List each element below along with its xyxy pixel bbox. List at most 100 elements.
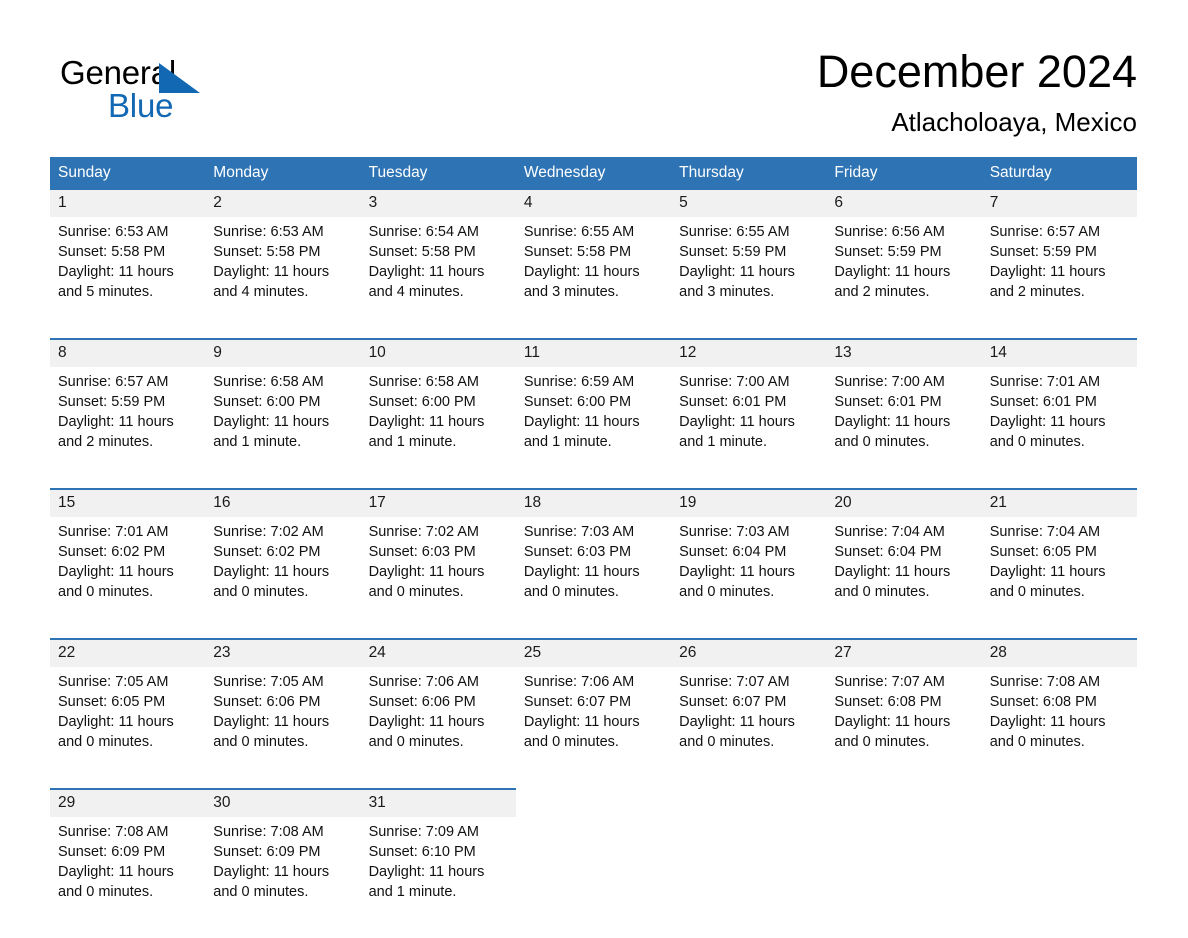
daylight-text: Daylight: 11 hours and 0 minutes. <box>58 864 174 900</box>
day-number[interactable]: 27 <box>826 638 982 667</box>
day-cell[interactable]: Sunrise: 7:02 AM Sunset: 6:02 PM Dayligh… <box>205 517 361 639</box>
sunset-text: Sunset: 6:02 PM <box>58 544 166 560</box>
empty-day-cell <box>515 788 672 817</box>
day-number[interactable]: 12 <box>671 338 827 367</box>
day-number[interactable]: 9 <box>205 338 361 367</box>
day-number[interactable]: 11 <box>515 338 672 367</box>
day-cell[interactable]: Sunrise: 7:06 AM Sunset: 6:07 PM Dayligh… <box>515 667 672 789</box>
sunrise-text: Sunrise: 6:55 AM <box>523 224 635 240</box>
daylight-text: Daylight: 11 hours and 0 minutes. <box>834 564 951 600</box>
daylight-text: Daylight: 11 hours and 0 minutes. <box>523 714 640 750</box>
sunrise-text: Sunrise: 6:57 AM <box>58 374 169 390</box>
day-cell[interactable]: Sunrise: 6:55 AM Sunset: 5:59 PM Dayligh… <box>671 217 827 339</box>
day-number[interactable]: 31 <box>360 788 516 817</box>
day-cell[interactable]: Sunrise: 6:56 AM Sunset: 5:59 PM Dayligh… <box>826 217 982 339</box>
sunset-text: Sunset: 5:59 PM <box>58 394 166 410</box>
day-cell[interactable]: Sunrise: 6:59 AM Sunset: 6:00 PM Dayligh… <box>515 367 672 489</box>
daylight-text: Daylight: 11 hours and 1 minute. <box>368 414 485 450</box>
sunrise-text: Sunrise: 7:00 AM <box>834 374 945 390</box>
sunrise-sunset-calendar: Sunday Monday Tuesday Wednesday Thursday… <box>50 157 1137 938</box>
sunrise-text: Sunrise: 6:58 AM <box>213 374 324 390</box>
day-cell[interactable]: Sunrise: 7:03 AM Sunset: 6:03 PM Dayligh… <box>515 517 672 639</box>
day-cell[interactable]: Sunrise: 7:08 AM Sunset: 6:09 PM Dayligh… <box>50 817 206 938</box>
day-number[interactable]: 16 <box>205 488 361 517</box>
day-cell[interactable]: Sunrise: 7:05 AM Sunset: 6:05 PM Dayligh… <box>50 667 206 789</box>
sunrise-text: Sunrise: 7:05 AM <box>58 674 169 690</box>
day-number[interactable]: 4 <box>515 190 672 217</box>
day-cell[interactable]: Sunrise: 7:00 AM Sunset: 6:01 PM Dayligh… <box>671 367 827 489</box>
day-number[interactable]: 24 <box>360 638 516 667</box>
day-number[interactable]: 8 <box>50 338 206 367</box>
sunrise-text: Sunrise: 7:08 AM <box>213 824 324 840</box>
day-number[interactable]: 7 <box>981 190 1137 217</box>
sunrise-text: Sunrise: 7:05 AM <box>213 674 324 690</box>
day-number[interactable]: 13 <box>826 338 982 367</box>
day-number[interactable]: 25 <box>515 638 672 667</box>
day-cell[interactable]: Sunrise: 7:01 AM Sunset: 6:02 PM Dayligh… <box>50 517 206 639</box>
sunset-text: Sunset: 6:07 PM <box>679 694 787 710</box>
calendar-page: General Blue December 2024 Atlacholoaya,… <box>0 0 1188 938</box>
day-cell[interactable]: Sunrise: 6:57 AM Sunset: 5:59 PM Dayligh… <box>50 367 206 489</box>
sunrise-text: Sunrise: 7:08 AM <box>989 674 1101 690</box>
day-number[interactable]: 3 <box>360 190 516 217</box>
week-row-details: Sunrise: 6:53 AM Sunset: 5:58 PM Dayligh… <box>50 217 1137 339</box>
empty-day-cell <box>826 788 982 817</box>
sunset-text: Sunset: 6:08 PM <box>834 694 942 710</box>
day-number[interactable]: 15 <box>50 488 206 517</box>
day-cell[interactable]: Sunrise: 7:07 AM Sunset: 6:07 PM Dayligh… <box>671 667 827 789</box>
day-number[interactable]: 26 <box>671 638 827 667</box>
sunrise-text: Sunrise: 6:53 AM <box>58 224 169 240</box>
sunset-text: Sunset: 5:58 PM <box>368 244 476 260</box>
day-number[interactable]: 29 <box>50 788 206 817</box>
daylight-text: Daylight: 11 hours and 2 minutes. <box>989 264 1106 300</box>
day-cell[interactable]: Sunrise: 7:03 AM Sunset: 6:04 PM Dayligh… <box>671 517 827 639</box>
day-cell[interactable]: Sunrise: 7:07 AM Sunset: 6:08 PM Dayligh… <box>826 667 982 789</box>
day-cell[interactable]: Sunrise: 7:04 AM Sunset: 6:04 PM Dayligh… <box>826 517 982 639</box>
day-number[interactable]: 1 <box>50 190 206 217</box>
day-cell[interactable]: Sunrise: 7:01 AM Sunset: 6:01 PM Dayligh… <box>981 367 1137 489</box>
day-cell[interactable]: Sunrise: 7:09 AM Sunset: 6:10 PM Dayligh… <box>360 817 516 938</box>
day-number[interactable]: 10 <box>360 338 516 367</box>
sunset-text: Sunset: 6:06 PM <box>368 694 476 710</box>
daylight-text: Daylight: 11 hours and 0 minutes. <box>989 414 1106 450</box>
day-number[interactable]: 5 <box>671 190 827 217</box>
day-number[interactable]: 17 <box>360 488 516 517</box>
sunrise-text: Sunrise: 6:59 AM <box>523 374 635 390</box>
daylight-text: Daylight: 11 hours and 1 minute. <box>368 864 485 900</box>
daylight-text: Daylight: 11 hours and 0 minutes. <box>58 714 174 750</box>
empty-day-cell <box>981 788 1137 817</box>
day-cell[interactable]: Sunrise: 6:54 AM Sunset: 5:58 PM Dayligh… <box>360 217 516 339</box>
day-number[interactable]: 22 <box>50 638 206 667</box>
day-cell[interactable]: Sunrise: 7:04 AM Sunset: 6:05 PM Dayligh… <box>981 517 1137 639</box>
day-number[interactable]: 19 <box>671 488 827 517</box>
day-cell[interactable]: Sunrise: 7:08 AM Sunset: 6:09 PM Dayligh… <box>205 817 361 938</box>
empty-day-cell <box>671 788 827 817</box>
day-number[interactable]: 14 <box>981 338 1137 367</box>
location-subtitle: Atlacholoaya, Mexico <box>891 107 1137 137</box>
daylight-text: Daylight: 11 hours and 0 minutes. <box>989 564 1106 600</box>
day-number[interactable]: 6 <box>826 190 982 217</box>
sunrise-text: Sunrise: 7:01 AM <box>989 374 1101 390</box>
day-number[interactable]: 20 <box>826 488 982 517</box>
day-cell[interactable]: Sunrise: 7:06 AM Sunset: 6:06 PM Dayligh… <box>360 667 516 789</box>
day-cell[interactable]: Sunrise: 6:58 AM Sunset: 6:00 PM Dayligh… <box>205 367 361 489</box>
day-cell[interactable]: Sunrise: 7:05 AM Sunset: 6:06 PM Dayligh… <box>205 667 361 789</box>
sunset-text: Sunset: 6:01 PM <box>834 394 942 410</box>
day-number[interactable]: 2 <box>205 190 361 217</box>
day-cell[interactable]: Sunrise: 7:00 AM Sunset: 6:01 PM Dayligh… <box>826 367 982 489</box>
day-number[interactable]: 18 <box>515 488 672 517</box>
day-cell[interactable]: Sunrise: 6:58 AM Sunset: 6:00 PM Dayligh… <box>360 367 516 489</box>
sunrise-text: Sunrise: 7:03 AM <box>679 524 790 540</box>
day-number[interactable]: 21 <box>981 488 1137 517</box>
day-cell[interactable]: Sunrise: 6:57 AM Sunset: 5:59 PM Dayligh… <box>981 217 1137 339</box>
day-number[interactable]: 23 <box>205 638 361 667</box>
day-number[interactable]: 30 <box>205 788 361 817</box>
day-number[interactable]: 28 <box>981 638 1137 667</box>
weekday-header-saturday: Saturday <box>981 157 1137 190</box>
day-cell[interactable]: Sunrise: 6:55 AM Sunset: 5:58 PM Dayligh… <box>515 217 672 339</box>
day-cell[interactable]: Sunrise: 7:02 AM Sunset: 6:03 PM Dayligh… <box>360 517 516 639</box>
weekday-header-tuesday: Tuesday <box>360 157 516 190</box>
day-cell[interactable]: Sunrise: 6:53 AM Sunset: 5:58 PM Dayligh… <box>205 217 361 339</box>
day-cell[interactable]: Sunrise: 7:08 AM Sunset: 6:08 PM Dayligh… <box>981 667 1137 789</box>
day-cell[interactable]: Sunrise: 6:53 AM Sunset: 5:58 PM Dayligh… <box>50 217 206 339</box>
